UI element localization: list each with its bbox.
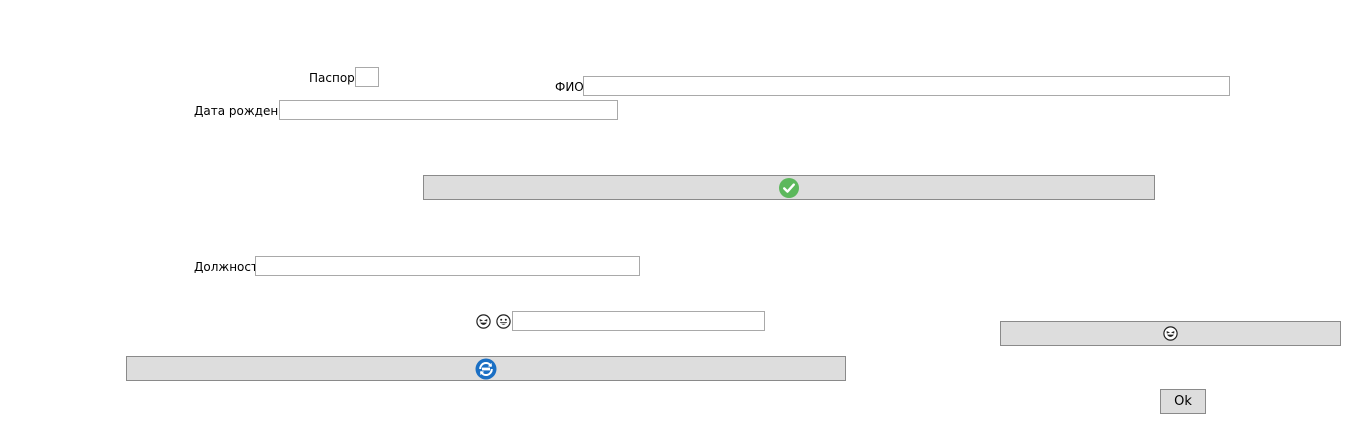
laughing-face-icon bbox=[1163, 326, 1178, 341]
emoji-input[interactable] bbox=[512, 311, 765, 331]
passport-input[interactable] bbox=[355, 67, 379, 87]
form-window: Паспорт ФИО Дата рождения Должность Ok bbox=[0, 0, 1350, 429]
ok-button[interactable]: Ok bbox=[1160, 389, 1206, 414]
passport-label: Паспорт bbox=[309, 71, 362, 85]
laugh-button[interactable] bbox=[1000, 321, 1341, 346]
ok-button-label: Ok bbox=[1174, 394, 1192, 409]
fio-input[interactable] bbox=[583, 76, 1230, 96]
birthdate-input[interactable] bbox=[279, 100, 618, 120]
grinning-face-icon bbox=[496, 314, 511, 329]
refresh-circle-icon bbox=[475, 358, 497, 380]
laughing-face-icon bbox=[476, 314, 491, 329]
confirm-button[interactable] bbox=[423, 175, 1155, 200]
fio-label: ФИО bbox=[555, 80, 584, 94]
refresh-button[interactable] bbox=[126, 356, 846, 381]
checkmark-circle-icon bbox=[779, 177, 799, 198]
position-input[interactable] bbox=[255, 256, 640, 276]
